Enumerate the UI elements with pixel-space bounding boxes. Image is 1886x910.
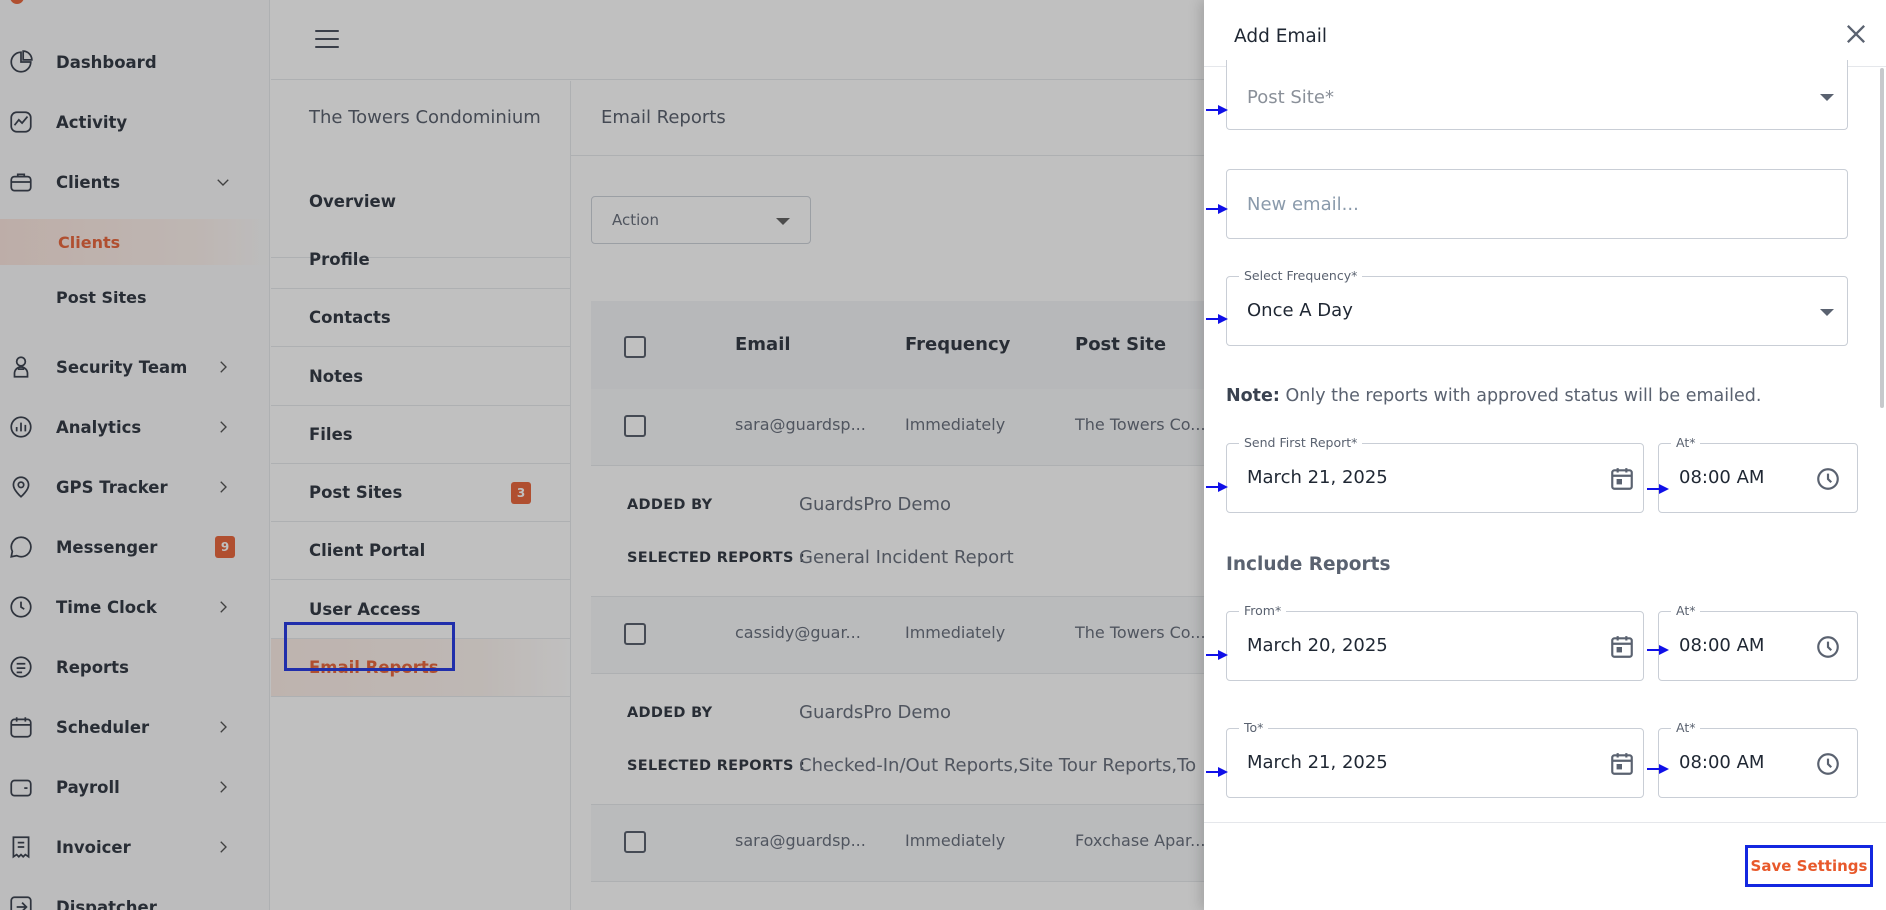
- to-date-field[interactable]: To* March 21, 2025: [1226, 720, 1644, 798]
- send-first-report-time-field[interactable]: At* 08:00 AM: [1658, 435, 1858, 513]
- include-reports-title: Include Reports: [1226, 554, 1391, 575]
- to-date: March 21, 2025: [1247, 752, 1388, 773]
- close-icon: [1847, 25, 1865, 43]
- drawer-title: Add Email: [1234, 26, 1328, 47]
- annotation-arrow-icon: [1204, 646, 1230, 660]
- send-first-report-date-field[interactable]: Send First Report* March 21, 2025: [1226, 435, 1644, 513]
- to-label: To*: [1239, 720, 1269, 735]
- annotation-arrow-icon: [1204, 200, 1230, 214]
- close-button[interactable]: [1842, 20, 1870, 48]
- to-time: 08:00 AM: [1679, 752, 1765, 773]
- send-first-report-at-label: At*: [1671, 435, 1701, 450]
- calendar-icon[interactable]: [1609, 466, 1635, 492]
- from-time: 08:00 AM: [1679, 635, 1765, 656]
- send-first-report-time: 08:00 AM: [1679, 467, 1765, 488]
- save-settings-button[interactable]: Save Settings: [1745, 845, 1873, 887]
- from-at-label: At*: [1671, 603, 1701, 618]
- annotation-arrow-icon: [1645, 641, 1671, 655]
- frequency-select[interactable]: Select Frequency* Once A Day: [1226, 268, 1848, 346]
- post-site-select[interactable]: Post Site*: [1226, 60, 1848, 130]
- caret-down-icon: [1820, 309, 1834, 316]
- annotation-arrow-icon: [1204, 310, 1230, 324]
- calendar-icon[interactable]: [1609, 751, 1635, 777]
- from-date-field[interactable]: From* March 20, 2025: [1226, 603, 1644, 681]
- add-email-drawer: Add Email Post Site* Select Frequency* O…: [1204, 0, 1886, 910]
- to-time-field[interactable]: At* 08:00 AM: [1658, 720, 1858, 798]
- clock-icon[interactable]: [1815, 751, 1841, 777]
- from-label: From*: [1239, 603, 1287, 618]
- send-first-report-date: March 21, 2025: [1247, 467, 1388, 488]
- post-site-placeholder: Post Site*: [1247, 87, 1334, 108]
- drawer-scrollbar[interactable]: [1880, 68, 1884, 408]
- annotation-arrow-icon: [1645, 760, 1671, 774]
- from-time-field[interactable]: At* 08:00 AM: [1658, 603, 1858, 681]
- clock-icon[interactable]: [1815, 634, 1841, 660]
- from-date: March 20, 2025: [1247, 635, 1388, 656]
- annotation-arrow-icon: [1645, 480, 1671, 494]
- to-at-label: At*: [1671, 720, 1701, 735]
- note-text: Only the reports with approved status wi…: [1279, 386, 1762, 406]
- email-input-field[interactable]: [1226, 169, 1848, 239]
- frequency-value: Once A Day: [1247, 300, 1353, 321]
- annotation-arrow-icon: [1204, 763, 1230, 777]
- note-label: Note:: [1226, 386, 1280, 406]
- approved-status-note: Note: Only the reports with approved sta…: [1226, 386, 1761, 406]
- clock-icon[interactable]: [1815, 466, 1841, 492]
- calendar-icon[interactable]: [1609, 634, 1635, 660]
- divider: [1204, 822, 1886, 823]
- annotation-arrow-icon: [1204, 478, 1230, 492]
- annotation-arrow-icon: [1204, 101, 1230, 115]
- email-input[interactable]: [1227, 170, 1847, 238]
- frequency-label: Select Frequency*: [1239, 268, 1363, 283]
- send-first-report-label: Send First Report*: [1239, 435, 1363, 450]
- caret-down-icon: [1820, 94, 1834, 101]
